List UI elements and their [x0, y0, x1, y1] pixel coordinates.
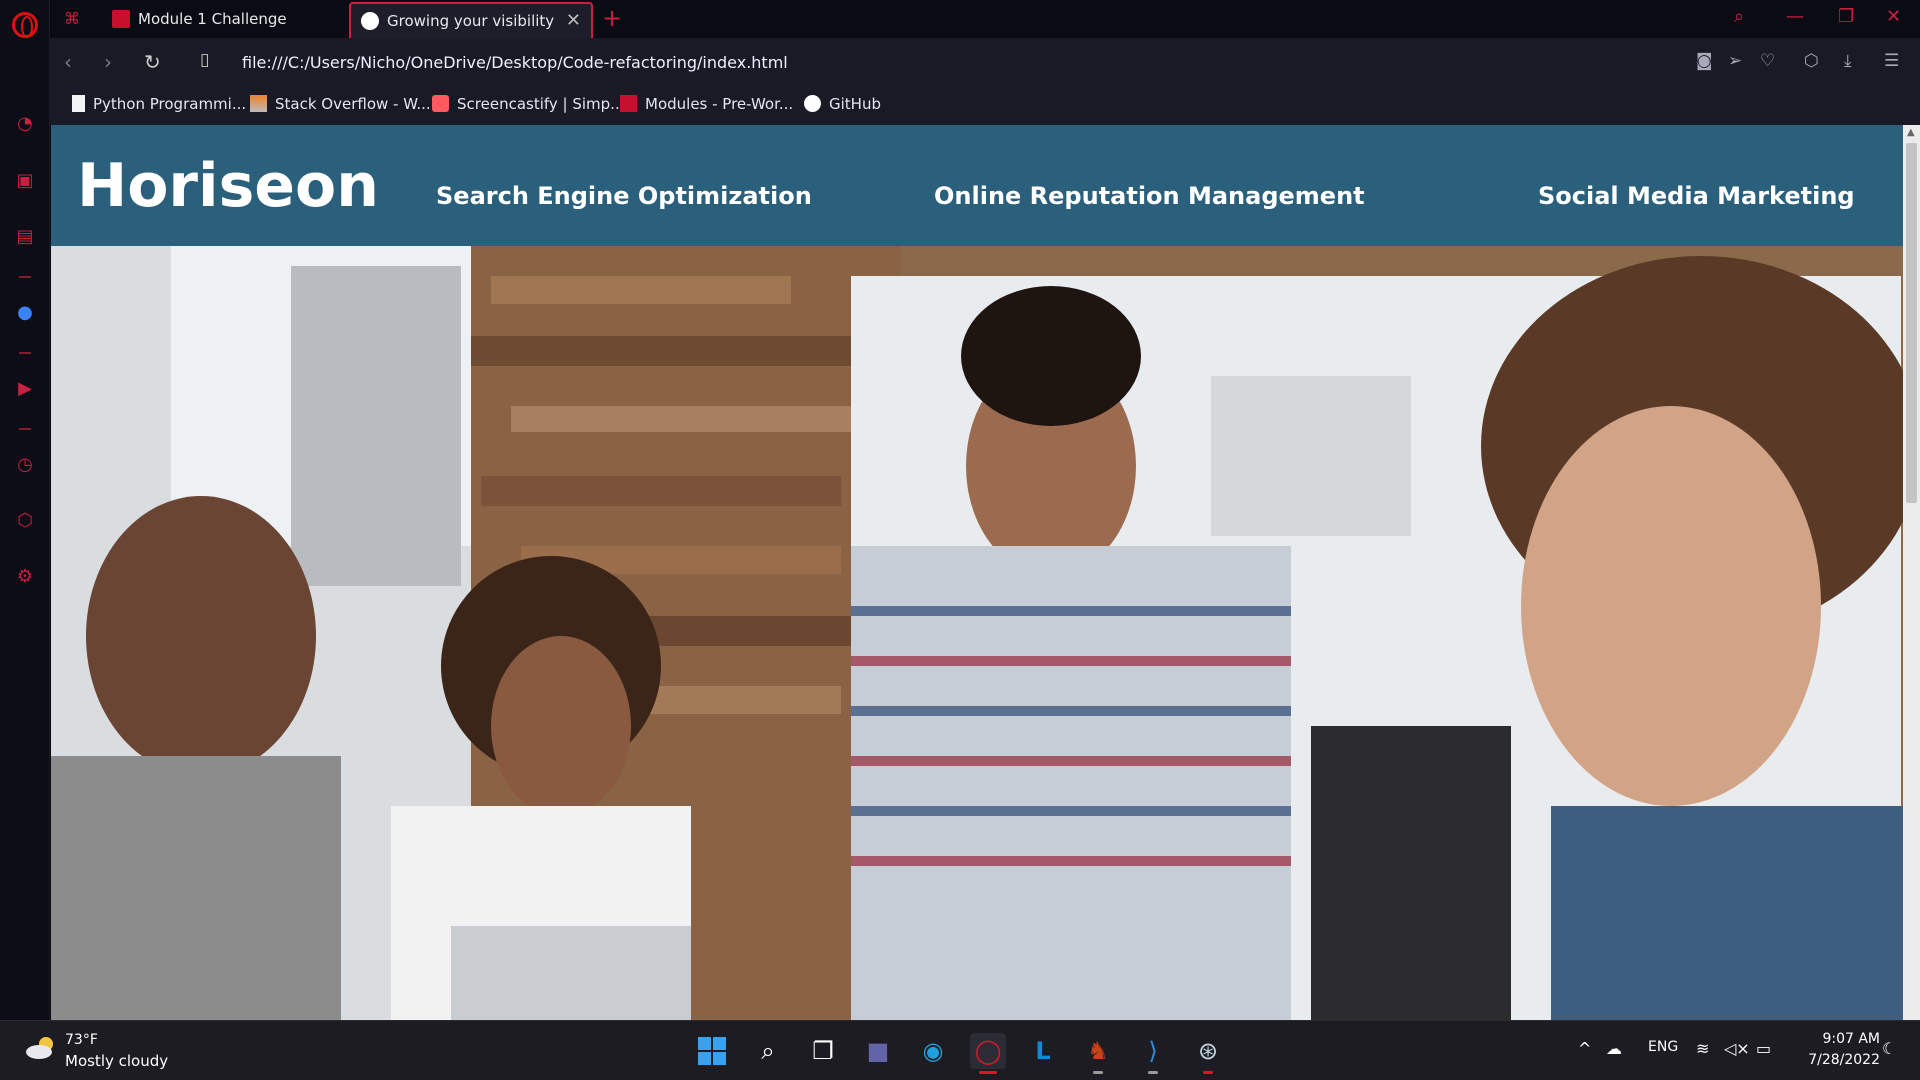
extensions-cube-icon[interactable]: ⬡	[14, 510, 36, 532]
running-app-indicator	[1148, 1071, 1158, 1074]
tab-label: Growing your visibility	[387, 12, 555, 30]
clock-time[interactable]: 9:07 AM	[1810, 1031, 1880, 1047]
scrollbar-thumb[interactable]	[1906, 143, 1917, 503]
reload-icon[interactable]: ↻	[144, 50, 161, 74]
address-bar: ‹ › ↻ ▯ file:///C:/Users/Nicho/OneDrive/…	[50, 38, 1920, 88]
wifi-icon[interactable]: ≋	[1696, 1039, 1709, 1058]
minimize-icon[interactable]: —	[1786, 6, 1804, 27]
forward-icon[interactable]: ›	[104, 50, 112, 74]
game-app-icon[interactable]: ♞	[1080, 1033, 1116, 1074]
running-app-indicator	[1093, 1071, 1103, 1074]
bookmark-label: Modules - Pre-Wor...	[645, 95, 794, 113]
tab-growing-your-visibility[interactable]: Growing your visibility ✕	[349, 2, 593, 38]
close-tab-icon[interactable]: ✕	[566, 10, 581, 31]
sidebar-divider	[19, 428, 31, 430]
site-header: Horiseon Search Engine Optimization Onli…	[51, 125, 1903, 246]
screencastify-icon	[432, 95, 449, 112]
scroll-up-icon[interactable]: ▲	[1907, 127, 1915, 138]
bookmark-github[interactable]: GitHub	[804, 95, 881, 117]
bookmark-stack-overflow[interactable]: Stack Overflow - W...	[250, 95, 431, 117]
bookmark-label: Stack Overflow - W...	[275, 95, 431, 113]
l-app-icon[interactable]: L	[1025, 1033, 1061, 1069]
gx-gamepad-icon[interactable]: ⌘	[64, 9, 80, 28]
start-windows-icon[interactable]	[694, 1033, 730, 1069]
history-icon[interactable]: ◷	[14, 454, 36, 476]
search-tabs-icon[interactable]: ⌕	[1734, 6, 1744, 27]
weather-desc[interactable]: Mostly cloudy	[65, 1052, 168, 1070]
active-app-indicator	[979, 1071, 997, 1074]
page-info-icon[interactable]: ▯	[200, 50, 209, 70]
sidebar-divider	[19, 276, 31, 278]
clock-date[interactable]: 7/28/2022	[1796, 1052, 1880, 1068]
bookmark-label: Screencastify | Simp...	[457, 95, 625, 113]
nav-link-smm[interactable]: Social Media Marketing	[1538, 182, 1855, 210]
page-viewport: Horiseon Search Engine Optimization Onli…	[51, 125, 1903, 1020]
teams-chat-icon[interactable]: ■	[860, 1033, 896, 1069]
volume-muted-icon[interactable]: ◁×	[1724, 1039, 1750, 1058]
restore-icon[interactable]: ❐	[1838, 6, 1854, 27]
extensions-cube-icon[interactable]: ⬡	[1804, 51, 1819, 71]
player-icon[interactable]: ▶	[14, 378, 36, 400]
task-view-icon[interactable]: ❐	[805, 1033, 841, 1069]
bookmark-screencastify[interactable]: Screencastify | Simp...	[432, 95, 624, 117]
page-scrollbar[interactable]: ▲	[1903, 125, 1920, 1020]
edge-browser-icon[interactable]: ◉	[915, 1033, 951, 1069]
easy-setup-icon[interactable]: ☰	[1884, 51, 1899, 71]
bookmark-modules[interactable]: Modules - Pre-Wor...	[620, 95, 793, 117]
send-icon[interactable]: ➢	[1728, 51, 1742, 71]
vscode-icon[interactable]: ⟩	[1135, 1033, 1171, 1074]
messenger-icon[interactable]: ●	[14, 302, 36, 324]
nav-link-orm[interactable]: Online Reputation Management	[934, 182, 1365, 210]
opera-gx-taskbar-icon[interactable]: ◯	[970, 1033, 1006, 1074]
search-icon[interactable]: ⌕	[750, 1033, 786, 1069]
nav-link-seo[interactable]: Search Engine Optimization	[436, 182, 812, 210]
input-language[interactable]: ENG	[1648, 1039, 1678, 1055]
show-hidden-icons-chevron-icon[interactable]: ^	[1578, 1039, 1591, 1058]
canvas-modules-icon	[620, 95, 637, 112]
onedrive-error-icon[interactable]: ☁	[1606, 1039, 1622, 1058]
weather-temp[interactable]: 73°F	[65, 1032, 98, 1048]
globe-favicon-icon	[361, 12, 379, 30]
speed-dial-icon[interactable]: ◔	[14, 113, 36, 135]
tab-label: Module 1 Challenge	[138, 10, 287, 28]
bookmarks-bar: Python Programmi... Stack Overflow - W..…	[50, 88, 1920, 125]
module-favicon-icon	[112, 10, 130, 28]
running-app-indicator	[1203, 1071, 1213, 1074]
tab-strip: ⌘ Module 1 Challenge ✕ Growing your visi…	[50, 0, 1920, 38]
bookmark-label: GitHub	[829, 95, 881, 113]
battery-icon[interactable]: ▭	[1756, 1039, 1771, 1058]
hero-image	[51, 246, 1903, 1020]
back-icon[interactable]: ‹	[64, 50, 72, 74]
github-icon	[804, 95, 821, 112]
cloudy-weather-icon[interactable]	[24, 1035, 58, 1061]
stack-overflow-icon	[250, 95, 267, 112]
snapshot-camera-icon[interactable]: ◙	[1696, 51, 1713, 71]
briefcase-icon[interactable]: ▣	[14, 170, 36, 192]
windows-taskbar: 73°F Mostly cloudy ⌕ ❐ ■ ◉ ◯ L ♞ ⟩ ⊛ ^ ☁…	[0, 1020, 1920, 1080]
download-icon[interactable]: ⤓	[1844, 51, 1852, 71]
screen: ◔ ▣ ▤ ● ▶ ◷ ⬡ ⚙ ⌘ Module 1 Challenge ✕ G…	[0, 0, 1920, 1080]
sidebar-divider	[19, 352, 31, 354]
site-logo: Horiseon	[77, 151, 379, 221]
focus-moon-icon[interactable]: ☾	[1882, 1039, 1896, 1058]
hero-photo-illustration	[51, 246, 1903, 1020]
settings-gear-icon[interactable]: ⚙	[14, 566, 36, 588]
opera-sidebar: ◔ ▣ ▤ ● ▶ ◷ ⬡ ⚙	[0, 0, 50, 1020]
bookmark-label: Python Programmi...	[93, 95, 247, 113]
twitch-icon[interactable]: ▤	[14, 226, 36, 248]
close-window-icon[interactable]: ✕	[1886, 6, 1901, 27]
bookmark-heart-icon[interactable]: ♡	[1760, 51, 1775, 71]
url-input[interactable]: file:///C:/Users/Nicho/OneDrive/Desktop/…	[242, 53, 788, 72]
opera-logo-icon[interactable]	[12, 12, 38, 38]
document-icon	[72, 95, 85, 112]
steam-icon[interactable]: ⊛	[1190, 1033, 1226, 1074]
new-tab-plus-icon[interactable]: +	[602, 4, 622, 32]
bookmark-python[interactable]: Python Programmi...	[72, 95, 246, 117]
